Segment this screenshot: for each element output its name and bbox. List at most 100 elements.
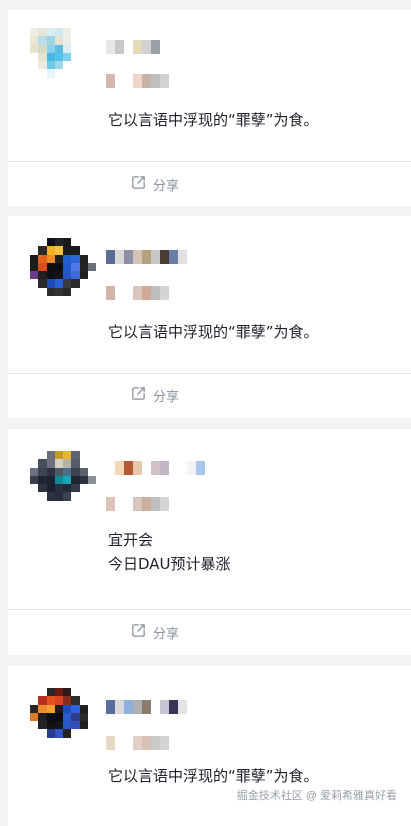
post-text[interactable]: 它以言语中浮现的“罪孽”为食。 (108, 108, 401, 132)
avatar-pixel (71, 279, 80, 288)
name-pixel (187, 461, 196, 475)
name-pixel (160, 700, 169, 714)
avatar[interactable] (30, 28, 96, 94)
share-button[interactable]: 分享 (130, 622, 179, 642)
avatar-pixel (71, 254, 80, 263)
name-pixel (106, 700, 115, 714)
avatar-pixel (30, 467, 39, 476)
avatar-pixel (30, 500, 39, 509)
meta-pixel (142, 497, 151, 511)
avatar-pixel (30, 77, 39, 86)
avatar-pixel (79, 737, 88, 746)
post-text[interactable]: 它以言语中浮现的“罪孽”为食。 (108, 320, 401, 344)
avatar-pixel (63, 721, 72, 730)
avatar-pixel (38, 85, 47, 94)
avatar-pixel (87, 254, 96, 263)
avatar-pixel (79, 467, 88, 476)
avatar-pixel (63, 246, 72, 255)
avatar-pixel (71, 238, 80, 247)
avatar[interactable] (30, 451, 96, 517)
avatar-pixel (38, 467, 47, 476)
avatar-pixel (87, 508, 96, 517)
avatar-pixel (30, 451, 39, 460)
post-meta (106, 497, 169, 511)
avatar-pixel (54, 246, 63, 255)
avatar-pixel (38, 238, 47, 247)
avatar-pixel (38, 745, 47, 754)
name-pixel (124, 461, 133, 475)
avatar-pixel (63, 36, 72, 45)
avatar-pixel (30, 745, 39, 754)
avatar-pixel (79, 69, 88, 78)
avatar-pixel (46, 271, 55, 280)
avatar-pixel (71, 475, 80, 484)
avatar-pixel (71, 467, 80, 476)
avatar-pixel (79, 28, 88, 37)
avatar-pixel (79, 238, 88, 247)
avatar-pixel (30, 69, 39, 78)
avatar-pixel (63, 262, 72, 271)
avatar-pixel (38, 254, 47, 263)
avatar-pixel (38, 500, 47, 509)
avatar-pixel (79, 44, 88, 53)
name-pixel (169, 461, 178, 475)
avatar-pixel (63, 508, 72, 517)
avatar-pixel (30, 262, 39, 271)
post-text[interactable]: 它以言语中浮现的“罪孽”为食。 (108, 764, 401, 788)
divider (8, 161, 411, 162)
share-button[interactable]: 分享 (130, 385, 179, 405)
post-text[interactable]: 宜开会 今日DAU预计暴涨 (108, 528, 401, 576)
share-button[interactable]: 分享 (130, 174, 179, 194)
author-name[interactable] (106, 40, 160, 54)
avatar-pixel (46, 44, 55, 53)
avatar-pixel (63, 279, 72, 288)
name-pixel (142, 40, 151, 54)
avatar[interactable] (30, 688, 96, 754)
name-pixel (106, 40, 115, 54)
author-name[interactable] (106, 461, 205, 475)
avatar-pixel (46, 721, 55, 730)
avatar-pixel (54, 712, 63, 721)
meta-pixel (106, 497, 115, 511)
meta-pixel (142, 74, 151, 88)
avatar-pixel (54, 492, 63, 501)
avatar-pixel (54, 238, 63, 247)
avatar-pixel (63, 85, 72, 94)
avatar-pixel (54, 52, 63, 61)
avatar-pixel (38, 475, 47, 484)
avatar-pixel (30, 696, 39, 705)
name-pixel (151, 700, 160, 714)
avatar[interactable] (30, 238, 96, 304)
avatar-pixel (79, 484, 88, 493)
avatar-pixel (63, 704, 72, 713)
avatar-pixel (71, 712, 80, 721)
avatar-pixel (63, 287, 72, 296)
author-name[interactable] (106, 250, 187, 264)
avatar-pixel (30, 254, 39, 263)
avatar-pixel (87, 696, 96, 705)
avatar-pixel (71, 69, 80, 78)
avatar-pixel (63, 696, 72, 705)
feed-card: 它以言语中浮现的“罪孽”为食。 分享 (8, 10, 411, 206)
avatar-pixel (79, 246, 88, 255)
avatar-pixel (38, 459, 47, 468)
avatar-pixel (79, 721, 88, 730)
avatar-pixel (46, 77, 55, 86)
avatar-pixel (79, 451, 88, 460)
author-name[interactable] (106, 700, 187, 714)
avatar-pixel (38, 279, 47, 288)
meta-pixel (151, 286, 160, 300)
watermark: 掘金技术社区 @ 爱莉希雅真好看 (236, 790, 397, 802)
meta-pixel (151, 736, 160, 750)
avatar-pixel (54, 459, 63, 468)
avatar-pixel (79, 688, 88, 697)
avatar-pixel (30, 475, 39, 484)
avatar-pixel (54, 737, 63, 746)
avatar-pixel (30, 44, 39, 53)
meta-pixel (160, 74, 169, 88)
avatar-pixel (54, 688, 63, 697)
avatar-pixel (54, 721, 63, 730)
avatar-pixel (63, 28, 72, 37)
avatar-pixel (79, 459, 88, 468)
avatar-pixel (46, 36, 55, 45)
